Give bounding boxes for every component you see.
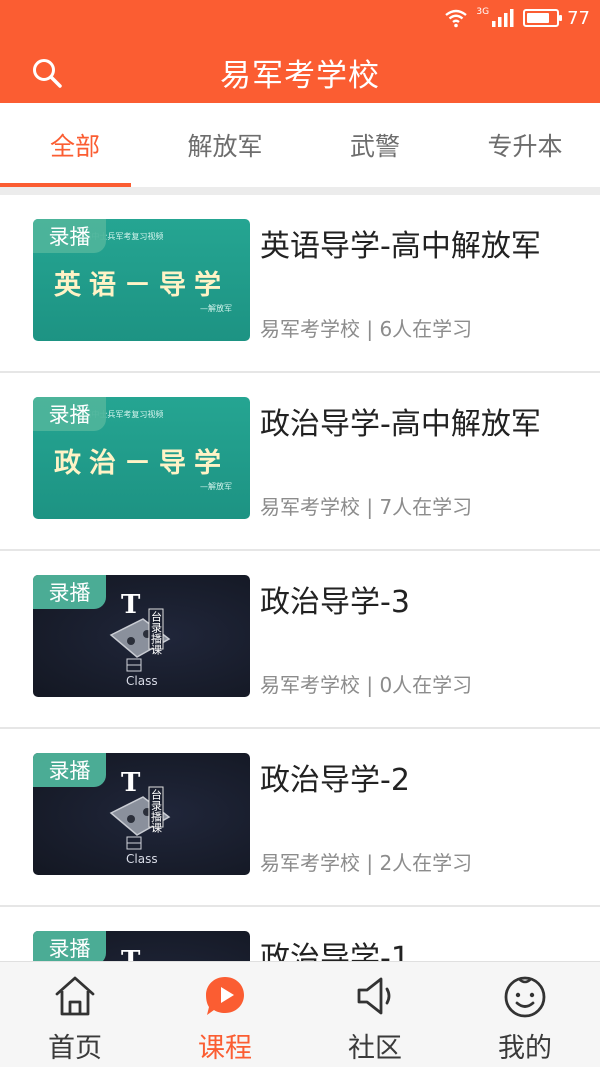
recorded-badge: 录播: [33, 397, 106, 431]
course-item[interactable]: 2017年高中士兵军考复习视频 英语－导学 —解放军 录播 英语导学-高中解放军…: [0, 195, 600, 373]
course-title: 政治导学-3: [260, 585, 410, 620]
nav-label: 我的: [498, 1033, 552, 1064]
course-item[interactable]: T 台录播课 Class 录播 政治导学-2 易军考学校 | 2人在学习: [0, 729, 600, 907]
bottom-nav: 首页 课程 社区 我的: [0, 961, 600, 1067]
recorded-badge: 录播: [33, 219, 106, 253]
thumbnail-class-label: Class: [126, 852, 158, 866]
course-list: 2017年高中士兵军考复习视频 英语－导学 —解放军 录播 英语导学-高中解放军…: [0, 195, 600, 961]
cassette-art: T 台录播课: [109, 768, 171, 850]
speaker-icon: [357, 977, 391, 1015]
course-title: 政治导学-1: [260, 941, 410, 961]
course-thumbnail: T 台录播课 Class 录播: [33, 753, 250, 875]
nav-label: 首页: [48, 1033, 102, 1064]
thumbnail-caption: 政治－导学: [54, 448, 229, 479]
page-title: 易军考学校: [220, 58, 380, 94]
course-meta: 易军考学校 | 2人在学习: [260, 851, 473, 875]
tab-label: 专升本: [487, 132, 563, 161]
signal-icon: [492, 9, 514, 27]
wifi-icon: [445, 9, 468, 28]
tab-armed-police[interactable]: 武警: [300, 103, 450, 187]
smiley-icon: [504, 976, 546, 1018]
course-title: 政治导学-2: [260, 763, 410, 798]
course-meta: 易军考学校 | 7人在学习: [260, 495, 473, 519]
network-type: 3G: [476, 7, 490, 17]
tab-label: 武警: [349, 132, 400, 161]
nav-home[interactable]: 首页: [0, 962, 150, 1067]
recorded-badge: 录播: [33, 575, 106, 609]
course-meta: 易军考学校 | 0人在学习: [260, 673, 473, 697]
nav-courses[interactable]: 课程: [150, 962, 300, 1067]
divider: [0, 187, 600, 195]
nav-community[interactable]: 社区: [300, 962, 450, 1067]
thumbnail-class-label: Class: [126, 674, 158, 688]
tab-label: 全部: [49, 132, 100, 161]
thumbnail-sub-text: —解放军: [200, 482, 232, 491]
status-icons: 3G 77: [444, 6, 590, 30]
battery-level: 77: [567, 7, 590, 29]
category-tabs: 全部 解放军 武警 专升本: [0, 103, 600, 187]
thumbnail-letter: T: [121, 768, 141, 798]
recorded-badge: 录播: [33, 931, 106, 961]
thumbnail-vertical-text: 台录播课: [150, 788, 163, 834]
course-item[interactable]: T 录播 政治导学-1: [0, 907, 600, 961]
tab-label: 解放军: [187, 132, 263, 161]
app-header: 易军考学校: [0, 36, 600, 103]
course-item[interactable]: 2017年高中士兵军考复习视频 政治－导学 —解放军 录播 政治导学-高中解放军…: [0, 373, 600, 551]
cassette-art: T: [121, 946, 141, 961]
course-item[interactable]: T 台录播课 Class 录播 政治导学-3 易军考学校 | 0人在学习: [0, 551, 600, 729]
tab-all[interactable]: 全部: [0, 103, 150, 187]
thumbnail-sub-text: —解放军: [200, 304, 232, 313]
play-icon: [206, 977, 244, 1015]
course-thumbnail: T 台录播课 Class 录播: [33, 575, 250, 697]
nav-label: 课程: [198, 1033, 252, 1064]
home-icon: [55, 976, 95, 1016]
thumbnail-letter: T: [121, 590, 141, 620]
course-title: 英语导学-高中解放军: [260, 229, 541, 264]
course-meta: 易军考学校 | 6人在学习: [260, 317, 473, 341]
course-thumbnail: 2017年高中士兵军考复习视频 英语－导学 —解放军 录播: [33, 219, 250, 341]
thumbnail-caption: 英语－导学: [54, 270, 229, 301]
cassette-art: T 台录播课: [109, 590, 171, 672]
tab-upgrade[interactable]: 专升本: [450, 103, 600, 187]
course-thumbnail: 2017年高中士兵军考复习视频 政治－导学 —解放军 录播: [33, 397, 250, 519]
thumbnail-letter: T: [121, 946, 141, 961]
nav-label: 社区: [348, 1033, 402, 1064]
battery-icon: [523, 9, 563, 27]
tab-pla[interactable]: 解放军: [150, 103, 300, 187]
course-title: 政治导学-高中解放军: [260, 407, 541, 442]
recorded-badge: 录播: [33, 753, 106, 787]
thumbnail-vertical-text: 台录播课: [150, 610, 163, 656]
nav-profile[interactable]: 我的: [450, 962, 600, 1067]
course-thumbnail: T 录播: [33, 931, 250, 961]
status-bar: 3G 77: [0, 0, 600, 36]
